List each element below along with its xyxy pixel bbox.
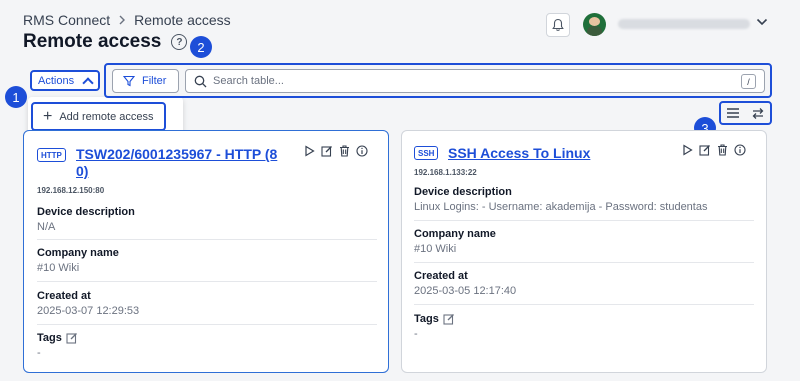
annotation-badge-2: 2: [190, 36, 212, 58]
avatar[interactable]: [583, 13, 606, 36]
sync-icon[interactable]: [751, 107, 765, 120]
device-description-value: N/A: [37, 221, 56, 233]
device-ip: 192.168.1.133:22: [414, 168, 477, 177]
company-name-value: #10 Wiki: [37, 262, 80, 274]
plus-icon: +: [43, 107, 53, 125]
search-icon: [194, 75, 207, 87]
add-remote-access-label: Add remote access: [59, 110, 154, 123]
list-view-icon[interactable]: [726, 107, 740, 119]
page-title-row: Remote access ?: [23, 31, 188, 53]
annotation-badge-1: 1: [5, 86, 27, 108]
device-ip: 192.168.12.150:80: [37, 186, 105, 195]
tags-label: Tags: [37, 332, 62, 344]
play-icon[interactable]: [682, 144, 693, 156]
divider: [414, 220, 754, 221]
device-description-label: Device description: [414, 186, 512, 198]
company-name-label: Company name: [414, 228, 496, 240]
info-icon[interactable]: [734, 144, 746, 156]
chevron-up-icon: [82, 76, 94, 89]
view-toggle-group: [719, 101, 772, 125]
actions-label: Actions: [38, 74, 75, 87]
chevron-down-icon[interactable]: [756, 15, 768, 29]
company-name-value: #10 Wiki: [414, 243, 457, 255]
actions-button[interactable]: Actions: [30, 70, 100, 91]
tag-edit-icon[interactable]: [66, 332, 78, 344]
info-icon[interactable]: [356, 145, 368, 157]
help-icon[interactable]: ?: [171, 34, 188, 50]
divider: [37, 239, 377, 240]
filter-button[interactable]: Filter: [112, 69, 179, 93]
protocol-badge: HTTP: [37, 148, 66, 162]
remote-access-card[interactable]: SSH SSH Access To Linux 192.168.1.133:22…: [401, 130, 767, 373]
edit-icon[interactable]: [699, 144, 711, 156]
protocol-badge: SSH: [414, 146, 439, 160]
tags-label-row: Tags: [414, 313, 455, 325]
card-title-line1: TSW202/6001235967 - HTTP (8: [76, 146, 278, 162]
company-name-label: Company name: [37, 247, 119, 259]
filter-icon: [123, 75, 135, 87]
divider: [37, 281, 377, 282]
card-actions: [304, 145, 368, 157]
breadcrumb-root[interactable]: RMS Connect: [23, 12, 110, 28]
search-shortcut-key: /: [741, 74, 756, 89]
created-at-label: Created at: [37, 290, 91, 302]
filter-label: Filter: [142, 75, 167, 87]
card-title-line2: 0): [76, 163, 89, 179]
card-title-link[interactable]: TSW202/6001235967 - HTTP (8 0): [76, 146, 316, 180]
chevron-right-icon: [118, 13, 126, 28]
delete-icon[interactable]: [717, 144, 728, 156]
remote-access-card[interactable]: HTTP TSW202/6001235967 - HTTP (8 0) 192.…: [23, 130, 389, 373]
tags-value: -: [414, 328, 418, 340]
divider: [37, 324, 377, 325]
user-name-redacted[interactable]: [618, 19, 750, 29]
search-input[interactable]: [213, 75, 713, 87]
card-actions: [682, 144, 746, 156]
play-icon[interactable]: [304, 145, 315, 157]
tags-value: -: [37, 347, 41, 359]
tags-label: Tags: [414, 313, 439, 325]
breadcrumb-current: Remote access: [134, 12, 231, 28]
created-at-value: 2025-03-07 12:29:53: [37, 305, 140, 317]
divider: [414, 262, 754, 263]
device-description-value: Linux Logins: - Username: akademija - Pa…: [414, 201, 708, 213]
divider: [414, 304, 754, 305]
card-title-link[interactable]: SSH Access To Linux: [448, 145, 590, 162]
page-title: Remote access: [23, 31, 162, 52]
tags-label-row: Tags: [37, 332, 78, 344]
bell-icon: [552, 18, 564, 31]
notifications-button[interactable]: [546, 13, 570, 37]
tag-edit-icon[interactable]: [443, 313, 455, 325]
search-box: /: [185, 69, 765, 93]
add-remote-access-menu-item[interactable]: + Add remote access: [31, 102, 166, 131]
delete-icon[interactable]: [339, 145, 350, 157]
device-description-label: Device description: [37, 206, 135, 218]
breadcrumb: RMS Connect Remote access: [23, 12, 231, 28]
edit-icon[interactable]: [321, 145, 333, 157]
created-at-label: Created at: [414, 270, 468, 282]
created-at-value: 2025-03-05 12:17:40: [414, 285, 517, 297]
